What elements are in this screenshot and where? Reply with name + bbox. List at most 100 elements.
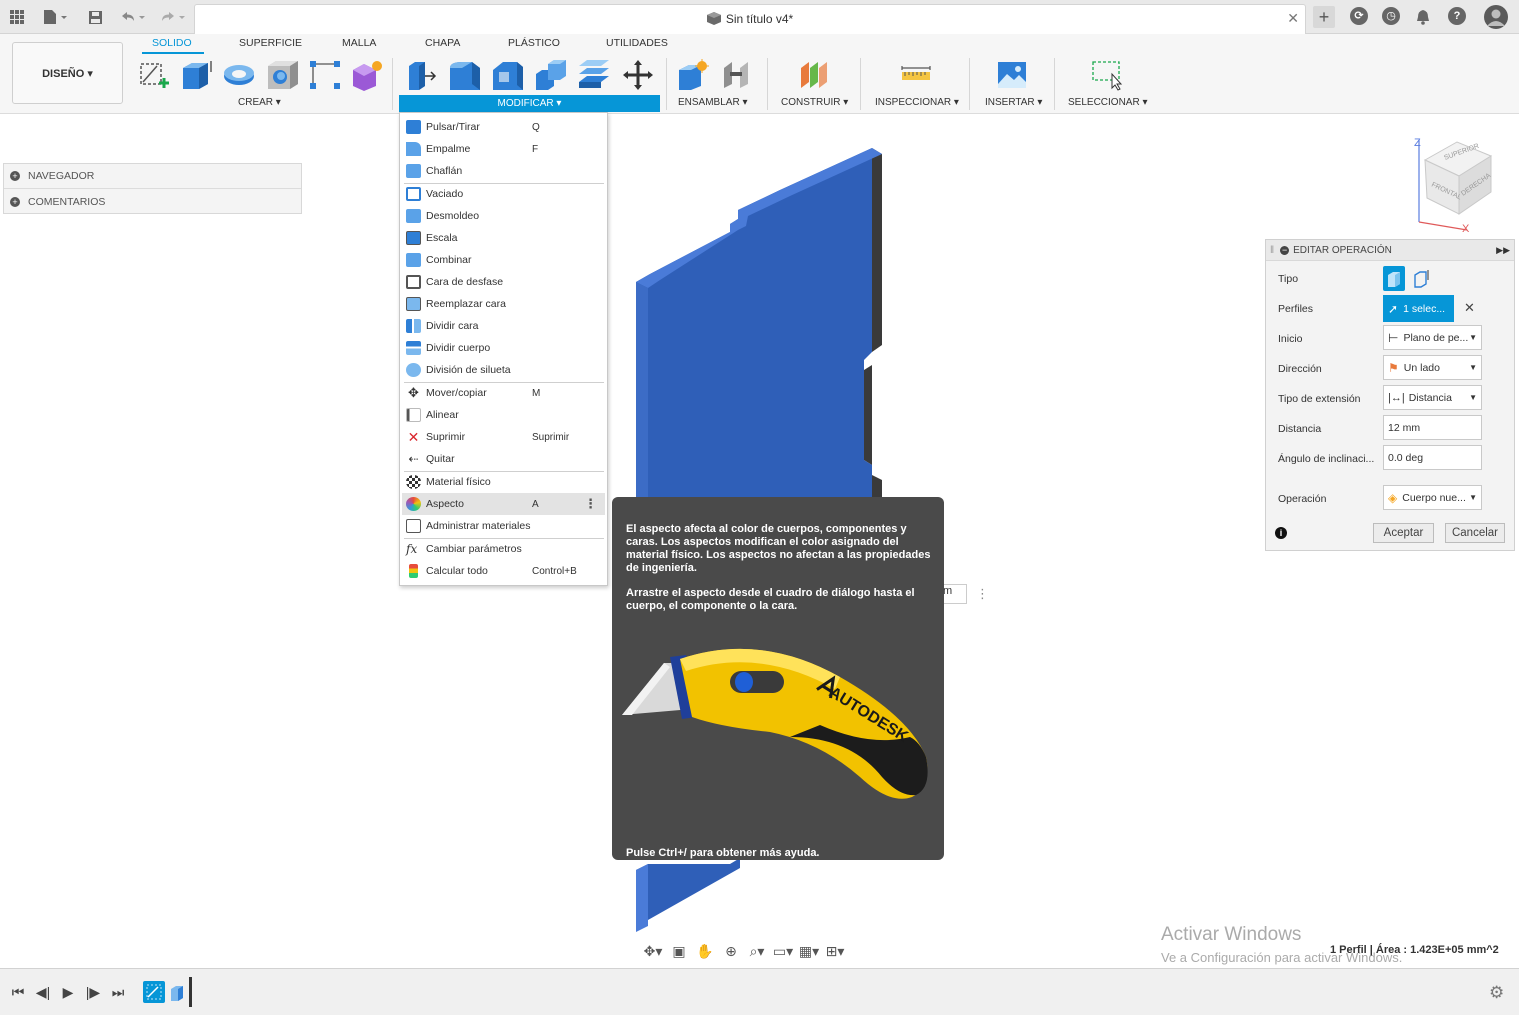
menu-item-chamfer[interactable]: Chaflán: [402, 160, 605, 182]
more-options-icon[interactable]: ⋮: [584, 496, 597, 512]
view-cube[interactable]: Z X SUPERIOR FRONTAL DERECHA: [1405, 130, 1509, 234]
menu-item-fillet[interactable]: Empalme F: [402, 138, 605, 160]
cancel-button[interactable]: Cancelar: [1445, 523, 1505, 543]
menu-item-shell[interactable]: Vaciado: [402, 183, 605, 205]
close-tab-icon[interactable]: ✕: [1287, 10, 1299, 27]
menu-item-move-copy[interactable]: ✥ Mover/copiar M: [402, 382, 605, 404]
group-label-inspect[interactable]: INSPECCIONAR ▾: [875, 97, 959, 108]
menu-item-change-parameters[interactable]: fx Cambiar parámetros: [402, 538, 605, 560]
help-icon[interactable]: ?: [1448, 7, 1466, 25]
menu-item-combine[interactable]: Combinar: [402, 249, 605, 271]
tab-superficie[interactable]: SUPERFICIE: [239, 37, 302, 49]
expand-plus-icon[interactable]: +: [10, 171, 20, 181]
offset-plane-icon[interactable]: [797, 58, 831, 92]
insert-image-icon[interactable]: [995, 58, 1029, 92]
fillet-tool-icon[interactable]: [448, 58, 482, 92]
menu-item-split-face[interactable]: Dividir cara: [402, 315, 605, 337]
ok-button[interactable]: Aceptar: [1373, 523, 1434, 543]
go-to-end-icon[interactable]: ⏭: [110, 984, 126, 1000]
offset-face-tool-icon[interactable]: [577, 58, 611, 92]
tab-plastico[interactable]: PLÁSTICO: [508, 37, 560, 49]
new-tab-plus-icon[interactable]: +: [1313, 6, 1335, 28]
joint-icon[interactable]: [720, 58, 754, 92]
group-label-insert[interactable]: INSERTAR ▾: [985, 97, 1042, 108]
menu-item-press-pull[interactable]: Pulsar/Tirar Q: [402, 116, 605, 138]
job-status-icon[interactable]: ◷: [1382, 7, 1400, 25]
viewports-icon[interactable]: ⊞▾: [822, 941, 848, 961]
save-icon[interactable]: [86, 6, 104, 28]
user-avatar[interactable]: [1484, 4, 1508, 30]
step-back-icon[interactable]: ◀|: [35, 984, 51, 1000]
menu-item-delete[interactable]: ✕ Suprimir Suprimir: [402, 426, 605, 448]
extensions-icon[interactable]: ⟳: [1350, 7, 1368, 25]
workspace-design-button[interactable]: DISEÑO ▾: [12, 42, 123, 104]
new-component-icon[interactable]: [677, 58, 711, 92]
go-to-start-icon[interactable]: ⏮: [10, 984, 26, 1000]
fit-zoom-icon[interactable]: ⌕▾: [744, 941, 770, 961]
timeline-settings-gear-icon[interactable]: ⚙: [1489, 983, 1504, 1003]
menu-item-physical-material[interactable]: Material físico: [402, 471, 605, 493]
menu-item-split-body[interactable]: Dividir cuerpo: [402, 337, 605, 359]
group-label-construct[interactable]: CONSTRUIR ▾: [781, 97, 848, 108]
tab-malla[interactable]: MALLA: [342, 37, 376, 49]
profiles-selection-button[interactable]: ➚ 1 selec...: [1383, 295, 1454, 322]
menu-item-appearance[interactable]: Aspecto A ⋮: [402, 493, 605, 515]
menu-item-offset-face[interactable]: Cara de desfase: [402, 271, 605, 293]
clear-selection-icon[interactable]: ✕: [1464, 300, 1475, 316]
start-dropdown[interactable]: ⊢ Plano de pe... ▼: [1383, 325, 1482, 350]
menu-item-silhouette-split[interactable]: División de silueta: [402, 359, 605, 381]
zoom-icon[interactable]: ⊕: [718, 941, 744, 961]
menu-item-replace-face[interactable]: Reemplazar cara: [402, 293, 605, 315]
select-box-icon[interactable]: [1090, 58, 1124, 92]
distance-manipulator-input[interactable]: m: [940, 584, 967, 604]
browser-comments-row[interactable]: + COMENTARIOS: [4, 189, 301, 214]
type-thin-extrude-button[interactable]: [1411, 266, 1433, 291]
taper-angle-input[interactable]: 0.0 deg: [1383, 445, 1482, 470]
timeline-extrude-item[interactable]: [168, 981, 188, 1003]
hole-icon[interactable]: [266, 58, 300, 92]
redo-icon[interactable]: [158, 6, 188, 28]
display-settings-icon[interactable]: ▭▾: [770, 941, 796, 961]
press-pull-tool-icon[interactable]: [405, 58, 439, 92]
notifications-bell-icon[interactable]: [1414, 6, 1432, 28]
drag-handle-icon[interactable]: ‖: [1270, 245, 1274, 256]
pattern-icon[interactable]: [308, 58, 342, 92]
revolve-icon[interactable]: [222, 58, 256, 92]
create-form-icon[interactable]: [350, 58, 384, 92]
document-tab[interactable]: Sin título v4* ✕: [194, 4, 1306, 34]
look-at-icon[interactable]: ▣: [666, 941, 692, 961]
collapse-minus-icon[interactable]: −: [1280, 245, 1290, 255]
group-label-create[interactable]: CREAR ▾: [238, 97, 281, 108]
info-icon[interactable]: i: [1275, 527, 1287, 539]
operation-dropdown[interactable]: ◈ Cuerpo nue... ▼: [1383, 485, 1482, 510]
expand-panel-icon[interactable]: ▶▶: [1496, 245, 1510, 256]
menu-item-align[interactable]: Alinear: [402, 404, 605, 426]
menu-item-compute-all[interactable]: Calcular todo Control+B: [402, 560, 605, 582]
browser-navigator-row[interactable]: + NAVEGADOR: [4, 164, 301, 189]
step-forward-icon[interactable]: |▶: [85, 984, 101, 1000]
combine-tool-icon[interactable]: [534, 58, 568, 92]
timeline-marker[interactable]: [189, 977, 192, 1007]
tab-utilidades[interactable]: UTILIDADES: [606, 37, 668, 49]
modify-group-button[interactable]: MODIFICAR ▾: [399, 95, 660, 112]
apps-grid-icon[interactable]: [8, 6, 26, 28]
tab-chapa[interactable]: CHAPA: [425, 37, 460, 49]
distance-input[interactable]: 12 mm: [1383, 415, 1482, 440]
expand-plus-icon[interactable]: +: [10, 196, 20, 207]
type-extrude-button[interactable]: [1383, 266, 1405, 291]
timeline-sketch-item[interactable]: [143, 981, 165, 1003]
play-icon[interactable]: ▶: [60, 984, 76, 1000]
menu-item-remove[interactable]: ⇠ Quitar: [402, 448, 605, 470]
move-copy-tool-icon[interactable]: [621, 58, 655, 92]
create-sketch-icon[interactable]: [137, 58, 171, 92]
pan-hand-icon[interactable]: ✋: [692, 941, 718, 961]
menu-item-manage-materials[interactable]: Administrar materiales: [402, 515, 605, 537]
group-label-assemble[interactable]: ENSAMBLAR ▾: [678, 97, 747, 108]
menu-item-scale[interactable]: Escala: [402, 227, 605, 249]
menu-item-draft[interactable]: Desmoldeo: [402, 205, 605, 227]
group-label-select[interactable]: SELECCIONAR ▾: [1068, 97, 1147, 108]
file-menu-icon[interactable]: [40, 6, 70, 28]
extent-type-dropdown[interactable]: |↔| Distancia ▼: [1383, 385, 1482, 410]
edit-panel-header[interactable]: ‖ − EDITAR OPERACIÓN ▶▶: [1266, 240, 1514, 261]
orbit-icon[interactable]: ✥▾: [640, 941, 666, 961]
